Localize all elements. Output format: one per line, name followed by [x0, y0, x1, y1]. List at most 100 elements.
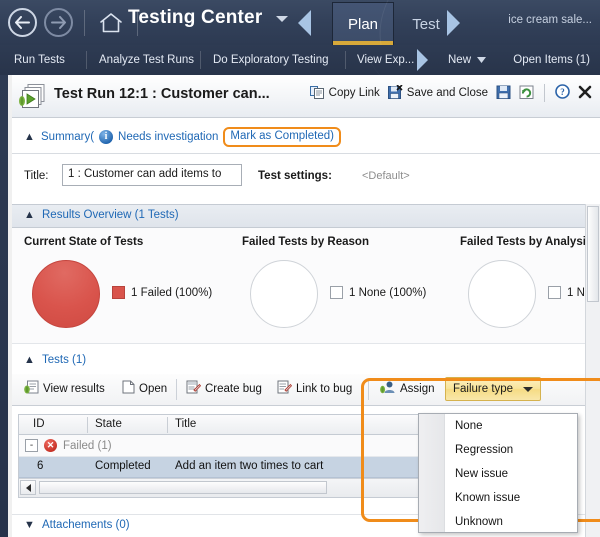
navigation-buttons [8, 8, 142, 37]
view-results-button[interactable]: View results [24, 380, 105, 397]
divider [345, 51, 346, 69]
link-to-bug-label: Link to bug [296, 383, 352, 395]
legend-swatch-icon [112, 286, 125, 299]
project-name[interactable]: ice cream sale... [508, 14, 592, 26]
menu-item-run-tests[interactable]: Run Tests [14, 45, 65, 75]
menu-item-label: Regression [455, 444, 513, 456]
save-and-close-icon [388, 85, 403, 102]
tests-toolbar: View results Open Crea [12, 374, 600, 406]
copy-link-button[interactable]: Copy Link [310, 85, 380, 102]
work-item-toolbar: Copy Link Save and Close [310, 84, 594, 102]
pie-chart[interactable] [250, 260, 318, 328]
chevron-down-icon[interactable] [276, 16, 288, 22]
menu-item-none[interactable]: None [446, 414, 577, 438]
divider [176, 379, 177, 400]
column-header-state[interactable]: State [95, 418, 122, 430]
results-charts: Current State of Tests 1 Failed (100%) F… [12, 228, 600, 344]
menu-item-label: Analyze Test Runs [99, 54, 194, 66]
assign-label: Assign [400, 383, 435, 395]
help-button[interactable]: ? [555, 84, 570, 102]
forward-arrow-icon[interactable] [44, 8, 73, 37]
summary-state[interactable]: Needs investigation [118, 131, 218, 143]
vertical-scrollbar[interactable] [585, 204, 600, 537]
menu-item-label: View Exp... [357, 54, 414, 66]
link-to-bug-button[interactable]: Link to bug [277, 380, 352, 397]
chevron-up-icon[interactable]: ▲ [24, 131, 36, 143]
chevron-up-icon[interactable]: ▲ [24, 354, 36, 366]
attachments-label: Attachements (0) [42, 519, 130, 531]
tests-section-label: Tests (1) [42, 354, 86, 366]
divider [87, 417, 88, 433]
chart-title: Failed Tests by Analysis [460, 236, 600, 248]
save-and-close-button[interactable]: Save and Close [388, 85, 488, 102]
menu-item-regression[interactable]: Regression [446, 438, 577, 462]
save-icon [496, 85, 511, 102]
collapse-group-icon[interactable]: - [25, 439, 38, 452]
save-button[interactable] [496, 85, 511, 102]
open-items-label: Open Items (1) [513, 54, 590, 66]
pie-chart[interactable] [32, 260, 100, 328]
results-overview-band[interactable]: ▲ Results Overview (1 Tests) [12, 204, 600, 228]
failure-type-dropdown-button[interactable]: Failure type [445, 377, 541, 401]
menu-item-unknown[interactable]: Unknown [446, 510, 577, 534]
tab-test[interactable]: Test [396, 4, 456, 45]
chevron-down-icon[interactable]: ▼ [24, 519, 36, 531]
chart-title: Failed Tests by Reason [242, 236, 427, 248]
title-input-value: 1 : Customer can add items to [68, 168, 221, 180]
open-button[interactable]: Open [122, 380, 167, 397]
chart-legend[interactable]: 1 Failed (100%) [112, 286, 212, 299]
group-label: Failed (1) [63, 440, 112, 452]
column-header-title[interactable]: Title [175, 418, 196, 430]
menu-item-new[interactable]: New [448, 45, 486, 75]
chart-current-state-of-tests: Current State of Tests 1 Failed (100%) [24, 236, 209, 330]
failure-type-label: Failure type [453, 383, 513, 395]
chevron-right-icon[interactable] [445, 10, 462, 36]
column-header-id[interactable]: ID [33, 418, 45, 430]
legend-checkbox-icon[interactable] [548, 286, 561, 299]
menu-item-known-issue[interactable]: Known issue [446, 486, 577, 510]
failure-type-menu: None Regression New issue Known issue Un… [418, 413, 578, 533]
divider [544, 84, 545, 102]
chevron-up-icon[interactable]: ▲ [24, 209, 36, 221]
info-icon: i [99, 130, 113, 144]
mark-as-completed-link[interactable]: Mark as Completed) [223, 127, 341, 147]
close-button[interactable] [578, 84, 594, 102]
home-icon[interactable] [96, 9, 126, 37]
create-bug-icon [186, 380, 201, 397]
help-icon: ? [555, 84, 570, 102]
assign-button[interactable]: Assign [380, 380, 435, 397]
tests-band[interactable]: ▲ Tests (1) [12, 350, 600, 374]
arrow-left-icon[interactable] [20, 480, 36, 495]
menu-item-new-issue[interactable]: New issue [446, 462, 577, 486]
menu-bar: Run Tests Analyze Test Runs Do Explorato… [0, 45, 600, 75]
title-input[interactable]: 1 : Customer can add items to [62, 164, 242, 186]
chevron-down-icon [523, 387, 533, 392]
legend-label: 1 Failed (100%) [131, 287, 212, 299]
divider [84, 10, 85, 36]
test-settings-value[interactable]: <Default> [362, 170, 410, 182]
back-arrow-icon[interactable] [8, 8, 37, 37]
chart-legend[interactable]: 1 None (100%) [330, 286, 426, 299]
pie-chart[interactable] [468, 260, 536, 328]
menu-item-do-exploratory-testing[interactable]: Do Exploratory Testing [213, 45, 328, 75]
chart-failed-tests-by-reason: Failed Tests by Reason 1 None (100%) [242, 236, 427, 330]
scrollbar-thumb[interactable] [39, 481, 327, 494]
tab-plan[interactable]: Plan [332, 2, 394, 45]
legend-checkbox-icon[interactable] [330, 286, 343, 299]
create-bug-button[interactable]: Create bug [186, 380, 262, 397]
chart-failed-tests-by-analysis: Failed Tests by Analysis 1 Non... [460, 236, 600, 330]
testing-center-window: Testing Center Plan Test ice cream sale.… [0, 0, 600, 537]
refresh-button[interactable] [519, 85, 534, 102]
chevron-down-icon [477, 54, 486, 66]
scrollbar-thumb[interactable] [587, 206, 599, 302]
chevron-left-icon[interactable] [296, 10, 313, 36]
open-label: Open [139, 383, 167, 395]
save-and-close-label: Save and Close [407, 87, 488, 99]
menu-item-analyze-test-runs[interactable]: Analyze Test Runs [99, 45, 194, 75]
expander-glyph: - [30, 441, 33, 451]
menu-item-view-exploratory[interactable]: View Exp... [357, 45, 414, 75]
open-items-link[interactable]: Open Items (1) [513, 45, 590, 75]
title-label: Title: [24, 170, 49, 182]
menu-item-label: Run Tests [14, 54, 65, 66]
chevron-right-icon[interactable] [415, 49, 430, 74]
